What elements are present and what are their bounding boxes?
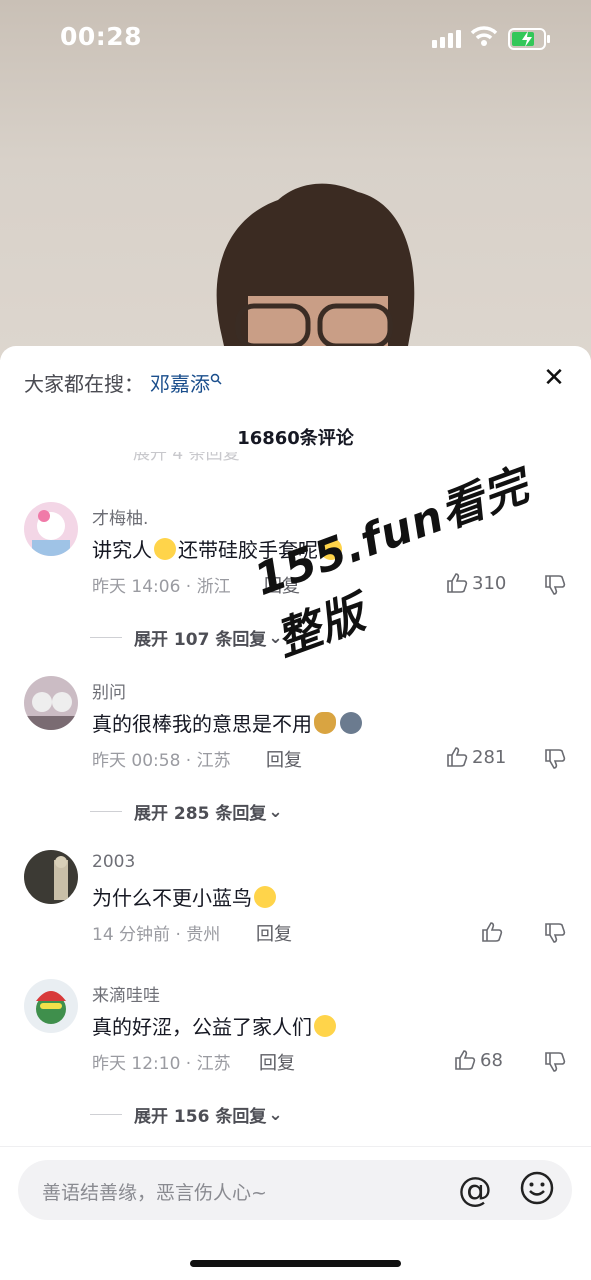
thumb-down-icon[interactable] bbox=[544, 574, 566, 596]
thumb-up-icon bbox=[447, 747, 468, 767]
crying-emoji-icon bbox=[154, 538, 176, 560]
avatar[interactable] bbox=[24, 979, 78, 1033]
comment-time-location: 昨天 14:06 · 浙江 bbox=[92, 577, 231, 597]
avatar[interactable] bbox=[24, 676, 78, 730]
divider-line bbox=[90, 1114, 122, 1115]
divider-line bbox=[90, 811, 122, 812]
comment-count-title: 16860条评论 bbox=[237, 428, 354, 449]
comment-time-location: 14 分钟前 · 贵州 bbox=[92, 925, 221, 945]
chevron-down-icon: ⌄ bbox=[268, 1104, 283, 1125]
comment-username[interactable]: 别问 bbox=[92, 678, 126, 703]
wifi-icon bbox=[470, 26, 498, 46]
expand-replies-label: 展开 107 条回复 bbox=[134, 630, 267, 650]
video-person bbox=[216, 183, 415, 356]
chevron-down-icon: ⌄ bbox=[268, 801, 283, 822]
thumb-up-icon bbox=[455, 1050, 476, 1070]
expand-replies-button[interactable]: 展开 285 条回复 ⌄ bbox=[90, 799, 283, 824]
close-icon[interactable]: ✕ bbox=[540, 364, 568, 392]
reply-button[interactable]: 回复 bbox=[259, 1049, 295, 1075]
comment-text: 真的好涩，公益了家人们 bbox=[92, 1011, 338, 1040]
divider-line bbox=[90, 637, 122, 638]
thumb-down-icon[interactable] bbox=[544, 1051, 566, 1073]
like-count: 281 bbox=[472, 746, 507, 768]
avatar[interactable] bbox=[24, 502, 78, 556]
expand-replies-label: 展开 156 条回复 bbox=[134, 1107, 267, 1127]
search-suggestion[interactable]: 大家都在搜： 邓嘉添 bbox=[24, 368, 222, 397]
emoji-icon[interactable] bbox=[519, 1170, 555, 1206]
search-prefix: 大家都在搜： bbox=[24, 372, 144, 396]
battery-icon bbox=[508, 28, 550, 50]
input-divider bbox=[0, 1146, 591, 1147]
signal-icon bbox=[432, 30, 461, 48]
expand-replies-button[interactable]: 展开 156 条回复 ⌄ bbox=[90, 1102, 283, 1127]
like-button[interactable]: 68 bbox=[454, 1049, 503, 1071]
money-bag-emoji-icon bbox=[314, 712, 336, 734]
home-indicator bbox=[190, 1260, 401, 1267]
comment-input-placeholder: 善语结善缘，恶言伤人心~ bbox=[42, 1182, 267, 1204]
status-bar: 00:28 bbox=[0, 0, 591, 80]
thumb-up-icon[interactable] bbox=[481, 921, 503, 943]
status-time: 00:28 bbox=[60, 22, 143, 51]
reply-button[interactable]: 回复 bbox=[266, 746, 302, 772]
comment-username[interactable]: 来滴哇哇 bbox=[92, 981, 160, 1006]
comment-username[interactable]: 才梅柚. bbox=[92, 504, 148, 529]
comment-text: 为什么不更小蓝鸟 bbox=[92, 882, 278, 911]
search-icon bbox=[210, 373, 222, 385]
crying-emoji-icon bbox=[254, 886, 276, 908]
comment-time-location: 昨天 00:58 · 江苏 bbox=[92, 751, 231, 771]
like-count: 68 bbox=[480, 1049, 503, 1071]
expand-replies-label: 展开 285 条回复 bbox=[134, 804, 267, 824]
avatar[interactable] bbox=[24, 850, 78, 904]
comment-username[interactable]: 2003 bbox=[92, 852, 135, 872]
thumb-down-icon[interactable] bbox=[544, 922, 566, 944]
at-icon[interactable]: @ bbox=[458, 1172, 492, 1208]
dog-emoji-icon bbox=[340, 712, 362, 734]
crying-emoji-icon bbox=[314, 1015, 336, 1037]
collapsed-reply-remnant: 展开 4 条回复 bbox=[133, 452, 240, 464]
reply-button[interactable]: 回复 bbox=[256, 920, 292, 946]
comment-time-location: 昨天 12:10 · 江苏 bbox=[92, 1054, 231, 1074]
like-button[interactable]: 281 bbox=[446, 746, 506, 768]
comment-text: 真的很棒我的意思是不用 bbox=[92, 708, 364, 737]
search-keyword[interactable]: 邓嘉添 bbox=[150, 372, 210, 396]
thumb-down-icon[interactable] bbox=[544, 748, 566, 770]
expand-replies-button[interactable]: 展开 107 条回复 ⌄ bbox=[90, 625, 283, 650]
